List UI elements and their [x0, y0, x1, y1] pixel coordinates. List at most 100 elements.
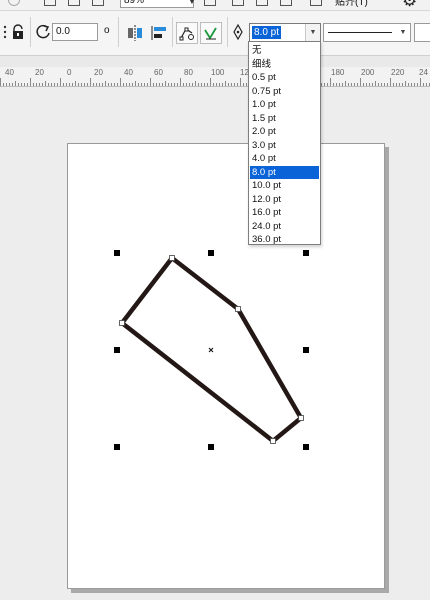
guidelines-icon[interactable]: [280, 0, 292, 6]
undo-icon[interactable]: [8, 0, 20, 6]
ruler-tick: [102, 83, 103, 86]
ruler-tick: [90, 78, 91, 86]
ruler-tick: [408, 83, 409, 86]
grid-icon[interactable]: [256, 0, 268, 6]
node-check-icon[interactable]: [200, 22, 222, 44]
node-handle[interactable]: [298, 415, 304, 421]
node-handle[interactable]: [235, 306, 241, 312]
scale-handle-top-center[interactable]: [208, 250, 214, 256]
chevron-down-icon[interactable]: ▼: [396, 24, 410, 41]
outline-width-option[interactable]: 0.75 pt: [250, 85, 319, 98]
outline-width-option[interactable]: 24.0 pt: [250, 220, 319, 233]
rotate-icon: [33, 22, 53, 42]
outline-width-option-selected[interactable]: 8.0 pt: [250, 165, 319, 179]
gear-icon[interactable]: ⚙: [402, 0, 417, 10]
align-icon[interactable]: [148, 22, 170, 44]
ruler-tick: [333, 83, 334, 86]
pen-outline-icon: [230, 23, 246, 41]
scale-handle-bottom-center[interactable]: [208, 444, 214, 450]
ruler-tick: [75, 81, 76, 86]
ruler-tick: [423, 83, 424, 86]
ruler-tick: [24, 83, 25, 86]
zoom-level-field[interactable]: 89%: [120, 0, 194, 8]
scale-handle-top-left[interactable]: [114, 250, 120, 256]
ruler-label: 220: [391, 68, 405, 77]
scale-handle-top-right[interactable]: [303, 250, 309, 256]
outline-width-option[interactable]: 细线: [250, 58, 319, 71]
toolbar-spacer: [0, 56, 430, 67]
ruler-tick: [183, 83, 184, 86]
outline-width-option[interactable]: 12.0 pt: [250, 193, 319, 206]
line-style-combobox[interactable]: ▼: [323, 23, 411, 42]
rulers-icon[interactable]: [232, 0, 244, 6]
ruler-tick: [243, 83, 244, 86]
ruler-tick: [195, 81, 196, 86]
import-icon[interactable]: [44, 0, 56, 6]
ruler-tick: [15, 81, 16, 86]
node-handle[interactable]: [270, 438, 276, 444]
ruler-tick: [246, 83, 247, 86]
arrowhead-combobox[interactable]: [414, 23, 430, 42]
outline-width-combobox[interactable]: 8.0 pt ▼: [249, 23, 321, 42]
node-handle[interactable]: [119, 320, 125, 326]
ruler-tick: [81, 83, 82, 86]
outline-width-option[interactable]: 无: [250, 44, 319, 57]
ruler-tick: [240, 78, 241, 86]
outline-width-option[interactable]: 0.5 pt: [250, 71, 319, 84]
node-handle[interactable]: [169, 255, 175, 261]
ruler-tick: [381, 83, 382, 86]
snap-to-menu[interactable]: 贴齐(T): [335, 0, 368, 8]
separator: [30, 17, 31, 47]
ruler-tick: [180, 78, 181, 86]
fullscreen-icon[interactable]: [204, 0, 216, 6]
outline-width-option[interactable]: 3.0 pt: [250, 139, 319, 152]
ruler-tick: [42, 83, 43, 86]
ruler-tick: [201, 83, 202, 86]
ruler-label: 20: [94, 68, 103, 77]
ruler-tick: [213, 83, 214, 86]
ruler-tick: [6, 83, 7, 86]
ruler-tick: [342, 83, 343, 86]
ruler-tick: [132, 83, 133, 86]
ruler-tick: [21, 83, 22, 86]
outline-width-option[interactable]: 1.0 pt: [250, 98, 319, 111]
snap-icon[interactable]: [310, 0, 322, 6]
scale-handle-bottom-left[interactable]: [114, 444, 120, 450]
scale-handle-middle-right[interactable]: [303, 347, 309, 353]
ruler-tick: [153, 83, 154, 86]
outline-width-option[interactable]: 16.0 pt: [250, 206, 319, 219]
node-edit-icon[interactable]: [176, 22, 198, 44]
outline-width-option[interactable]: 36.0 pt: [250, 233, 319, 246]
drawing-canvas[interactable]: [0, 87, 430, 600]
ruler-tick: [186, 83, 187, 86]
ruler-tick: [12, 83, 13, 86]
ruler-tick: [114, 83, 115, 86]
ruler-tick: [120, 78, 121, 86]
ruler-tick: [228, 83, 229, 86]
chevron-down-icon[interactable]: ▼: [305, 24, 320, 41]
outline-width-option[interactable]: 2.0 pt: [250, 125, 319, 138]
ruler-tick: [387, 83, 388, 86]
export-icon[interactable]: [68, 0, 80, 6]
ruler-label: 40: [5, 68, 14, 77]
outline-width-option[interactable]: 1.5 pt: [250, 112, 319, 125]
separator: [227, 17, 228, 47]
ruler-label: 60: [154, 68, 163, 77]
lock-icon[interactable]: [9, 23, 27, 41]
rotation-angle-input[interactable]: 0.0: [52, 23, 98, 41]
outline-width-value[interactable]: 8.0 pt: [252, 26, 282, 39]
scale-handle-bottom-right[interactable]: [303, 444, 309, 450]
scale-handle-middle-left[interactable]: [114, 347, 120, 353]
outline-width-option[interactable]: 4.0 pt: [250, 152, 319, 165]
ruler-tick: [138, 83, 139, 86]
ruler-tick: [123, 83, 124, 86]
outline-width-option[interactable]: 10.0 pt: [250, 179, 319, 192]
ruler-tick: [231, 83, 232, 86]
horizontal-ruler[interactable]: 40 20 0 20 40 60 80 100 120 180 200 220 …: [0, 67, 430, 87]
ruler-tick: [198, 83, 199, 86]
chevron-down-icon[interactable]: ▼: [186, 0, 198, 8]
chevron-down-icon[interactable]: ▾: [378, 0, 382, 2]
mirror-icon[interactable]: [124, 22, 146, 44]
ruler-tick: [351, 83, 352, 86]
publish-icon[interactable]: [92, 0, 104, 6]
